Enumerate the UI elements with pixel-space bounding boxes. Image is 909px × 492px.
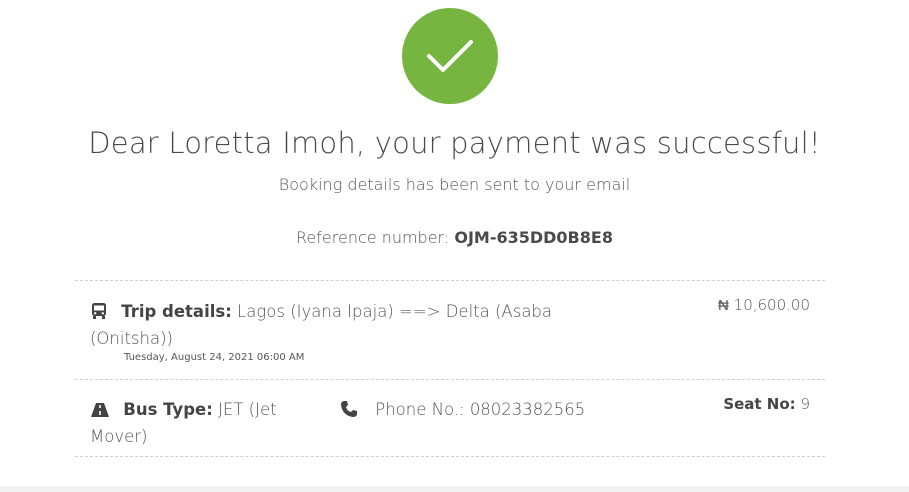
seat-value: 9 xyxy=(800,395,810,413)
phone-label: Phone No.: xyxy=(375,400,465,419)
trip-details-label: Trip details: xyxy=(121,302,232,321)
email-notice: Booking details has been sent to your em… xyxy=(278,175,631,194)
bus-type-label: Bus Type: xyxy=(123,400,213,419)
bus-icon xyxy=(90,302,108,327)
divider-top xyxy=(75,280,825,281)
divider-bottom xyxy=(75,456,825,457)
bus-details-row: Bus Type: JET (Jet Mover) Phone No.: 080… xyxy=(90,395,810,449)
success-headline: Dear Loretta Imoh, your payment was succ… xyxy=(88,126,821,160)
trip-details-row: Trip details: Lagos (Iyana Ipaja) ==> De… xyxy=(90,296,810,363)
seat-label: Seat No: xyxy=(723,395,796,413)
checkmark-icon xyxy=(427,40,473,72)
road-icon xyxy=(90,401,110,425)
reference-number: Reference number: OJM-635DD0B8E8 xyxy=(0,228,909,247)
payment-success-page: Dear Loretta Imoh, your payment was succ… xyxy=(0,0,909,492)
phone-icon xyxy=(340,400,358,425)
reference-value: OJM-635DD0B8E8 xyxy=(454,228,613,247)
phone-number: Phone No.: 08023382565 xyxy=(340,398,585,425)
reference-label: Reference number: xyxy=(296,228,450,247)
divider-middle xyxy=(75,379,825,380)
footer-band xyxy=(0,486,909,492)
phone-value: 08023382565 xyxy=(469,400,586,419)
success-badge xyxy=(402,8,498,104)
trip-price: ₦ 10,600.00 xyxy=(718,296,810,314)
trip-datetime: Tuesday, August 24, 2021 06:00 AM xyxy=(124,352,305,363)
seat-number: Seat No: 9 xyxy=(723,395,810,413)
